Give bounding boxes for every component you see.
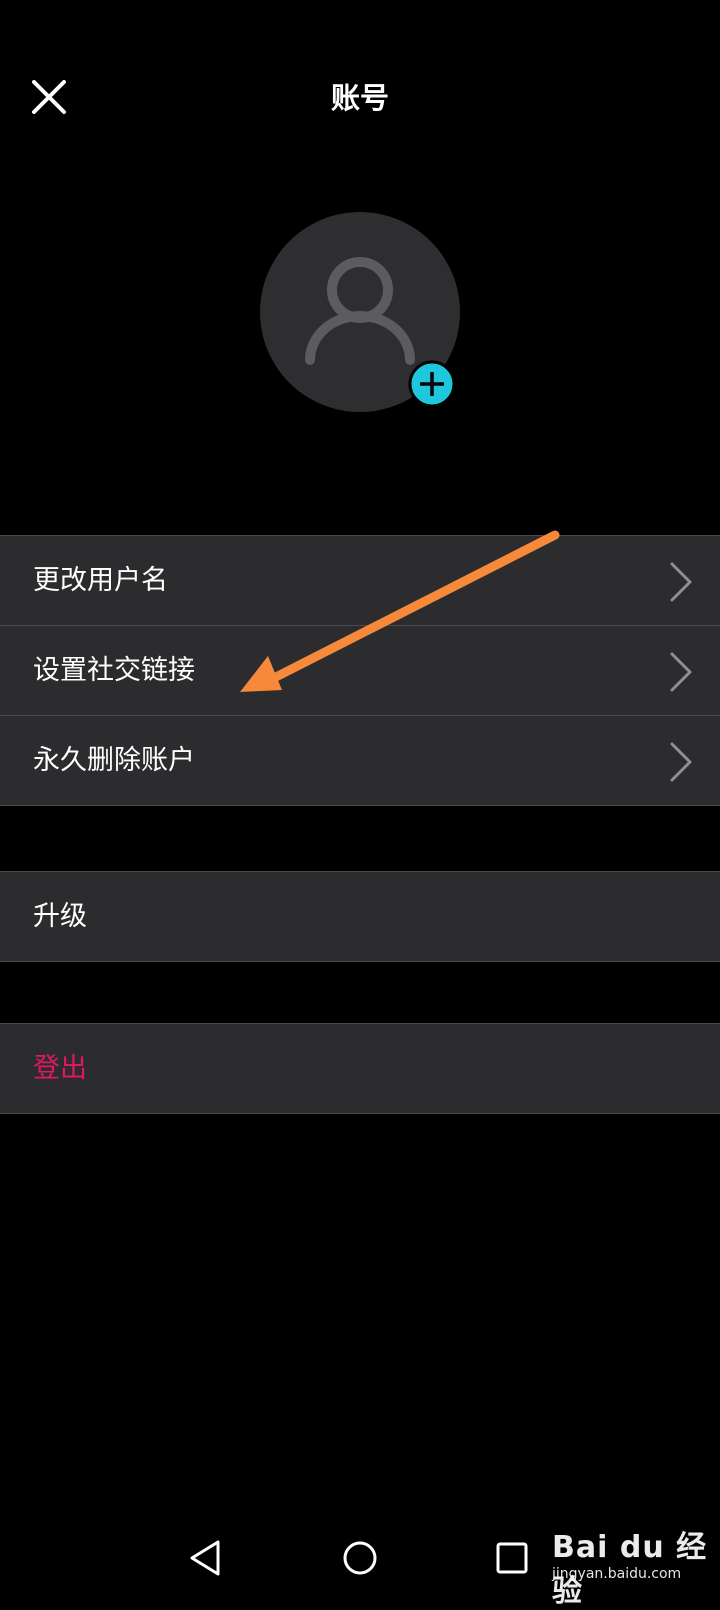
nav-recents-button[interactable] (482, 1528, 542, 1588)
social-links-label: 设置社交链接 (33, 654, 195, 686)
change-username-item[interactable]: 更改用户名 (0, 536, 720, 625)
page-title: 账号 (330, 81, 389, 115)
delete-account-label: 永久删除账户 (33, 744, 195, 776)
upgrade-label: 升级 (33, 900, 87, 932)
add-avatar-button[interactable] (408, 360, 456, 408)
nav-back-button[interactable] (176, 1528, 236, 1588)
square-recents-icon (496, 1542, 528, 1574)
header: 账号 (0, 0, 720, 200)
chevron-right-icon (670, 562, 692, 602)
plus-icon (408, 360, 456, 408)
baidu-watermark: Bai du 经验 jingyan.baidu.com (552, 1514, 712, 1609)
logout-section: 登出 (0, 1023, 720, 1114)
upgrade-section: 升级 (0, 871, 720, 962)
chevron-right-icon (670, 742, 692, 782)
change-username-label: 更改用户名 (33, 564, 168, 596)
nav-home-button[interactable] (330, 1528, 390, 1588)
upgrade-item[interactable]: 升级 (0, 872, 720, 961)
circle-home-icon (343, 1541, 377, 1575)
logout-item[interactable]: 登出 (0, 1024, 720, 1113)
logout-label: 登出 (33, 1052, 87, 1084)
triangle-back-icon (190, 1540, 220, 1576)
watermark-url: jingyan.baidu.com (552, 1566, 682, 1582)
chevron-right-icon (670, 652, 692, 692)
account-settings-list: 更改用户名 设置社交链接 永久删除账户 (0, 535, 720, 806)
avatar-section (260, 212, 460, 412)
social-links-item[interactable]: 设置社交链接 (0, 625, 720, 715)
delete-account-item[interactable]: 永久删除账户 (0, 715, 720, 805)
